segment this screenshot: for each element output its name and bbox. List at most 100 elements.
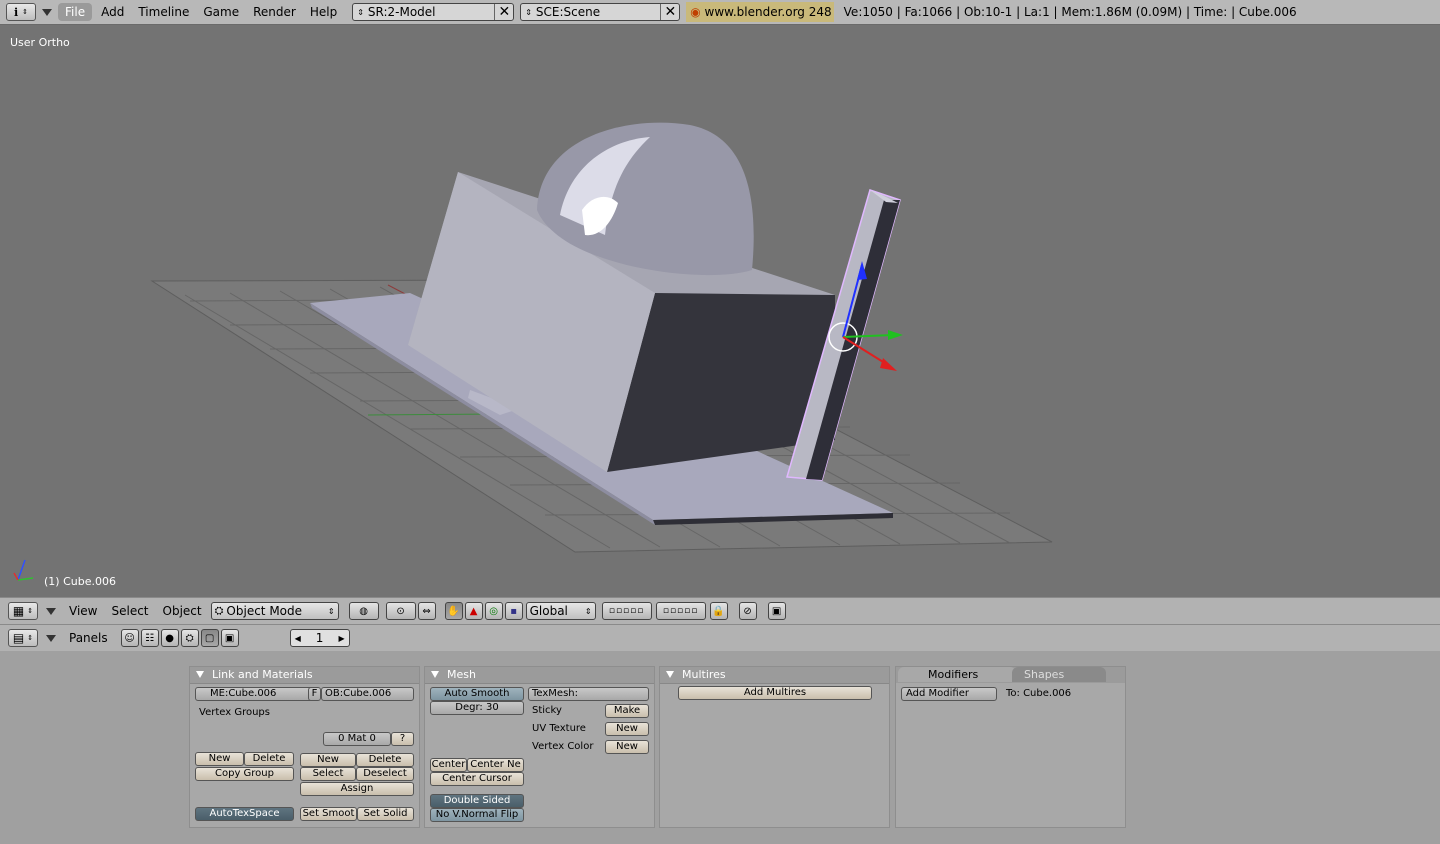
tab-shapes[interactable]: Shapes (1012, 667, 1106, 682)
vgroup-new-button[interactable]: New (195, 752, 244, 766)
uv-texture-new-button[interactable]: New (605, 722, 649, 736)
pivot-icon: ⊙ (396, 605, 405, 617)
sticky-label: Sticky (532, 705, 562, 716)
add-multires-button[interactable]: Add Multires (678, 686, 872, 700)
blender-site-badge[interactable]: ◉ www.blender.org 248 (686, 2, 834, 22)
menu-timeline[interactable]: Timeline (131, 0, 196, 24)
arrow-left-icon[interactable]: ◀ (295, 634, 301, 643)
hand-icon: ✋ (447, 605, 460, 617)
vgroup-delete-button[interactable]: Delete (244, 752, 294, 766)
auto-smooth-toggle[interactable]: Auto Smooth (430, 687, 524, 701)
grid-icon: ▦ (12, 604, 25, 618)
logic-icon: ☺ (124, 632, 135, 644)
rotate-manipulator-button[interactable]: ◎ (484, 602, 503, 620)
editor-type-button[interactable]: ▦ ⇕ (8, 602, 38, 620)
panel-title[interactable]: Mesh (425, 667, 654, 684)
material-help-button[interactable]: ? (391, 732, 414, 746)
material-index-field[interactable]: 0 Mat 0 (323, 732, 391, 746)
site-label: www.blender.org 248 (704, 5, 832, 19)
material-delete-button[interactable]: Delete (356, 753, 414, 767)
menu-game[interactable]: Game (196, 0, 246, 24)
snap-button[interactable]: ⇔ (417, 602, 436, 620)
arrow-right-icon[interactable]: ▶ (338, 634, 344, 643)
menu-help[interactable]: Help (303, 0, 344, 24)
collapse-menus-arrow-icon[interactable] (46, 634, 56, 642)
frame-number-field[interactable]: ◀ 1 ▶ (289, 629, 350, 647)
ogl-render-button[interactable]: ⊘ (738, 602, 757, 620)
link-icon: ⊘ (743, 605, 752, 617)
screen-selector[interactable]: ⇕ SR:2-Model ✕ (352, 3, 515, 21)
menu-view[interactable]: View (62, 599, 104, 623)
texmesh-field[interactable]: TexMesh: (528, 687, 649, 701)
layers-icon: ▫▫▫▫▫ (662, 606, 699, 616)
smooth-degree-field[interactable]: Degr: 30 (430, 701, 524, 715)
mode-selector[interactable]: ⛭ Object Mode ⇕ (210, 602, 339, 620)
scale-manipulator-button[interactable]: ▪ (504, 602, 523, 620)
double-sided-toggle[interactable]: Double Sided (430, 794, 524, 808)
updown-arrows-icon: ⇕ (327, 606, 335, 616)
draw-type-button[interactable]: ◍ (348, 602, 379, 620)
lock-icon: 🔒 (712, 605, 725, 617)
panel-multires: Multires Add Multires (659, 666, 890, 828)
tab-modifiers[interactable]: Modifiers (898, 667, 1016, 682)
manipulator-toggle-button[interactable]: ✋ (444, 602, 463, 620)
screen-name: SR:2-Model (367, 5, 436, 19)
3d-viewport[interactable]: User Ortho (1) Cube.006 (0, 25, 1440, 597)
material-select-button[interactable]: Select (300, 767, 356, 781)
scene-selector[interactable]: ⇕ SCE:Scene ✕ (520, 3, 681, 21)
autotexspace-toggle[interactable]: AutoTexSpace (195, 807, 294, 821)
blender-logo-icon: ◉ (690, 5, 701, 19)
translate-manipulator-button[interactable]: ▲ (464, 602, 483, 620)
set-solid-button[interactable]: Set Solid (357, 807, 414, 821)
logic-context-button[interactable]: ☺ (120, 629, 139, 647)
panel-title[interactable]: Multires (660, 667, 889, 684)
buttons-editor-type-button[interactable]: ▤ ⇕ (8, 629, 38, 647)
sticky-make-button[interactable]: Make (605, 704, 649, 718)
menu-file[interactable]: File (58, 3, 93, 21)
panel-tabs: Modifiers Shapes (896, 667, 1125, 683)
set-smooth-button[interactable]: Set Smoot (300, 807, 357, 821)
3d-view-header: ▦ ⇕ View Select Object ⛭ Object Mode ⇕ ◍… (0, 597, 1440, 625)
no-vnormal-flip-toggle[interactable]: No V.Normal Flip (430, 808, 524, 822)
close-icon[interactable]: ✕ (660, 4, 679, 20)
fake-user-button[interactable]: F (308, 687, 321, 701)
menu-select[interactable]: Select (104, 599, 155, 623)
object-context-button[interactable]: ⛭ (180, 629, 199, 647)
layers-icon: ▫▫▫▫▫ (608, 606, 645, 616)
object-name-field[interactable]: OB:Cube.006 (321, 687, 414, 701)
script-context-button[interactable]: ☷ (140, 629, 159, 647)
menu-panels[interactable]: Panels (62, 626, 115, 650)
info-editor-type-button[interactable]: i ⇕ (6, 3, 36, 21)
lock-layer-button[interactable]: 🔒 (709, 602, 728, 620)
center-button[interactable]: Center (430, 758, 467, 772)
menu-add[interactable]: Add (94, 0, 131, 24)
updown-arrows-icon: ⇕ (27, 634, 34, 642)
vertex-color-new-button[interactable]: New (605, 740, 649, 754)
panel-title[interactable]: Link and Materials (190, 667, 419, 684)
render-preview-button[interactable]: ▣ (767, 602, 786, 620)
copy-group-button[interactable]: Copy Group (195, 767, 294, 781)
object-icon: ⛭ (185, 632, 194, 644)
center-cursor-button[interactable]: Center Cursor (430, 772, 524, 786)
material-deselect-button[interactable]: Deselect (356, 767, 414, 781)
menu-object[interactable]: Object (156, 599, 209, 623)
layer-buttons-group-2[interactable]: ▫▫▫▫▫ (655, 602, 706, 620)
buttons-window-icon: ▤ (12, 631, 25, 645)
editing-context-button[interactable]: ▢ (200, 629, 219, 647)
menu-render[interactable]: Render (246, 0, 303, 24)
center-new-button[interactable]: Center Ne (467, 758, 524, 772)
close-icon[interactable]: ✕ (494, 4, 513, 20)
add-modifier-button[interactable]: Add Modifier (901, 687, 997, 701)
scene-context-button[interactable]: ▣ (220, 629, 239, 647)
object-mode-icon: ⛭ (214, 604, 224, 617)
mesh-datablock-field[interactable]: ME:Cube.006 (195, 687, 313, 701)
orientation-selector[interactable]: Global ⇕ (525, 602, 596, 620)
collapse-menus-arrow-icon[interactable] (42, 8, 52, 16)
shading-context-button[interactable]: ● (160, 629, 179, 647)
frame-value: 1 (315, 631, 324, 645)
collapse-menus-arrow-icon[interactable] (46, 607, 56, 615)
pivot-button[interactable]: ⊙ (385, 602, 416, 620)
material-assign-button[interactable]: Assign (300, 782, 414, 796)
material-new-button[interactable]: New (300, 753, 356, 767)
layer-buttons-group-1[interactable]: ▫▫▫▫▫ (601, 602, 652, 620)
